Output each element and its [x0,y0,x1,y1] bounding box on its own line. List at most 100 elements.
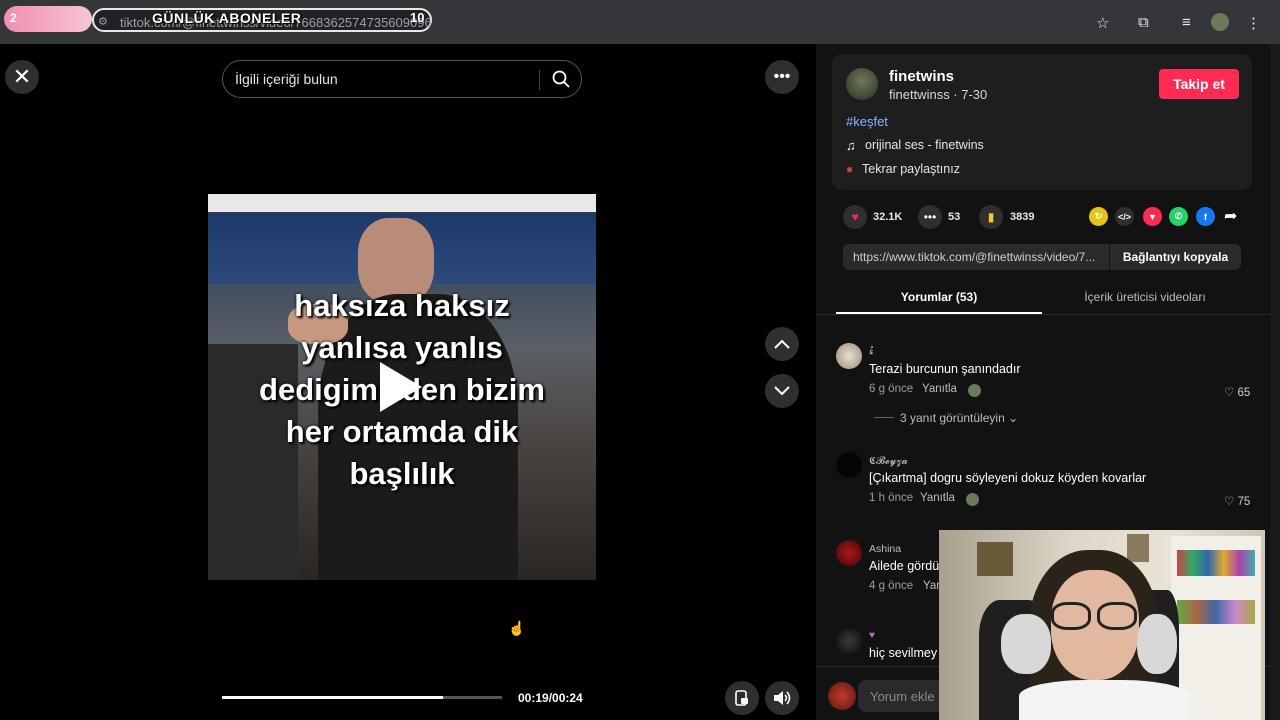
bookmark-icon: ▮ [987,210,995,224]
comment-username[interactable]: Ashina [869,543,901,555]
browser-toolbar: 2 ⚙ tiktok.com/@finettwinss/video/766836… [0,0,1280,44]
comment-text: [Çıkartma] dogru söyleyeni dokuz köyden … [869,471,1147,485]
tab-badge: 2 [10,11,17,25]
share-link-box: https://www.tiktok.com/@finettwinss/vide… [843,244,1241,270]
comment-avatar[interactable] [836,628,862,654]
comment-text: Terazi burcunun şanındadır [869,362,1021,376]
search-input[interactable]: İlgili içeriği bulun [235,71,338,87]
save-button[interactable]: ▮ [979,205,1003,229]
comment-icon: ••• [923,210,937,224]
media-control-icon[interactable]: ≡ [1182,14,1191,31]
glasses-left [1051,602,1091,630]
creator-liked-avatar [966,493,979,506]
my-avatar [828,682,856,710]
repost-share-icon[interactable]: ↻ [1089,207,1108,226]
search-box[interactable]: İlgili içeriği bulun [222,60,582,98]
comment-avatar[interactable] [836,540,862,566]
bookshelf-books [1177,550,1255,576]
music-link[interactable]: orijinal ses - finetwins [865,138,984,152]
share-more-icon[interactable]: ➦ [1224,206,1237,226]
follow-button[interactable]: Takip et [1159,69,1239,99]
extensions-icon[interactable]: ⧉ [1138,14,1149,31]
creator-liked-avatar [968,384,981,397]
chevron-down-icon: ⌄ [1008,411,1019,425]
save-count: 3839 [1010,211,1035,223]
comment-button[interactable]: ••• [918,205,942,229]
close-button[interactable]: ✕ [5,60,39,94]
comment-like-button[interactable]: ♡ 65 [1224,385,1250,399]
tab-comments[interactable]: Yorumlar (53) [836,282,1042,314]
replies-line [874,417,894,418]
person-shirt [1019,680,1189,720]
site-info-icon[interactable]: ⚙ [98,15,108,28]
profile-avatar[interactable] [1211,13,1229,31]
creator-name[interactable]: finetwins [889,68,954,85]
caption-line: her ortamda dik [285,414,519,449]
repost-icon: ● [846,162,854,176]
time-label: 00:19/00:24 [518,691,583,705]
comment-username-emoji[interactable]: ♥ [869,630,875,641]
scrollbar[interactable] [1270,44,1280,720]
play-icon[interactable] [380,362,422,412]
heart-icon: ♥ [851,210,859,224]
send-icon[interactable]: ▼ [1143,207,1162,226]
heart-outline-icon: ♡ [1224,387,1238,399]
previous-video-button[interactable] [765,327,799,361]
repost-label: Tekrar paylaştınız [862,162,960,176]
comment-count: 53 [948,211,961,223]
copy-link-button[interactable]: Bağlantıyı kopyala [1109,244,1241,270]
tab-divider [816,314,1270,315]
progress-bar[interactable] [222,696,502,699]
facebook-icon[interactable]: f [1196,207,1215,226]
comment-like-button[interactable]: ♡ 75 [1224,494,1250,508]
stream-banner-text: GÜNLÜK ABONELER [152,10,302,26]
comment-avatar[interactable] [836,343,862,369]
mouse-cursor-icon: ☝ [508,620,526,636]
embed-icon[interactable]: </> [1115,207,1134,226]
star-icon[interactable]: ☆ [1096,14,1109,32]
comment-text: hiç sevilmey [869,646,938,660]
search-icon[interactable] [551,69,571,89]
share-link-url[interactable]: https://www.tiktok.com/@finettwinss/vide… [853,250,1108,264]
glasses-right [1097,602,1137,630]
bookshelf-books [1177,600,1255,624]
stream-banner-count: 10 [410,10,425,25]
heart-outline-icon: ♡ [1224,496,1238,508]
music-note-icon: ♫ [846,138,856,153]
hashtag-link[interactable]: #keşfet [846,114,888,129]
wall-frame [1127,534,1149,562]
comment-avatar[interactable] [836,452,862,478]
chevron-down-icon [774,386,790,396]
like-button[interactable]: ♥ [843,205,867,229]
comment-time: 6 g önce [869,383,914,395]
comment-time: 4 g önce [869,580,914,592]
comment-text: Ailede gördü [869,559,940,573]
chevron-up-icon [774,339,790,349]
like-count: 32.1K [873,211,903,223]
comment-username[interactable]: ءُ [869,346,874,358]
view-replies-label: 3 yanıt görüntüleyin [900,411,1005,425]
floating-player-button[interactable] [725,681,759,715]
video-top-strip [208,194,596,212]
comment-like-count: 75 [1237,496,1251,508]
whatsapp-icon[interactable]: ✆ [1169,207,1188,226]
volume-icon [774,691,791,705]
caption-line: başlılık [349,456,455,491]
next-video-button[interactable] [765,374,799,408]
webcam-overlay [939,530,1265,720]
caption-line: haksıza haksız [294,288,510,323]
comment-time: 1 h önce [869,492,914,504]
comment-username[interactable]: 𝕮𝓑𝓮𝔂𝔃𝓪 [869,455,908,468]
reply-button[interactable]: Yanıtla [920,492,955,504]
volume-button[interactable] [765,681,799,715]
menu-icon[interactable]: ⋮ [1246,14,1261,32]
comment-like-count: 65 [1237,387,1251,399]
more-options-button[interactable]: ••• [765,60,799,94]
creator-avatar[interactable] [846,68,878,100]
reply-button[interactable]: Yanıtla [922,383,957,395]
wall-poster [977,542,1013,576]
search-divider [539,70,540,90]
tab-pill[interactable] [4,6,92,32]
tab-creator-videos[interactable]: İçerik üreticisi videoları [1042,282,1248,314]
view-replies-button[interactable]: 3 yanıt görüntüleyin ⌄ [900,411,1018,425]
